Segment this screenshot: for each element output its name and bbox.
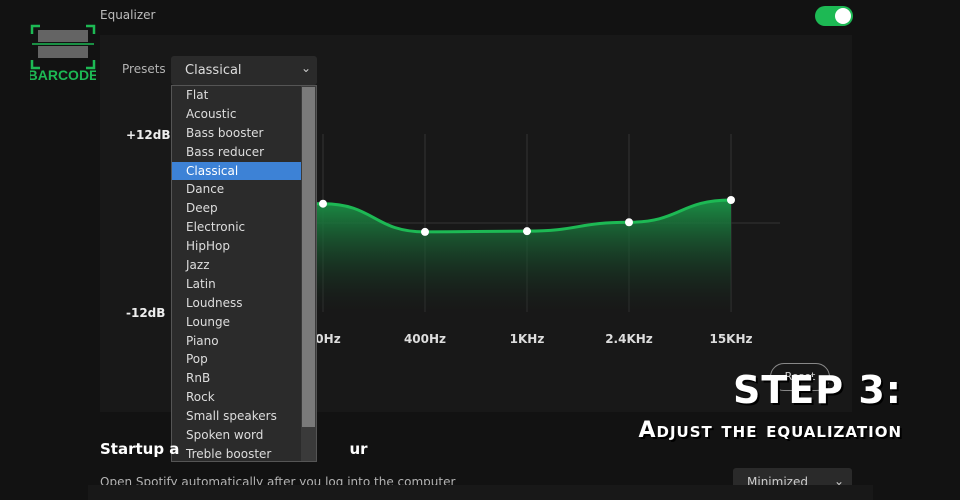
eq-band-handle[interactable] [319, 199, 327, 208]
startup-heading-end: ur [349, 440, 368, 458]
scrollbar-thumb[interactable] [302, 87, 315, 427]
x-label: 1KHz [509, 332, 545, 346]
preset-option[interactable]: Latin [172, 275, 302, 294]
eq-band-handle[interactable] [625, 218, 633, 227]
presets-label: Presets [122, 62, 166, 76]
presets-select[interactable]: Classical ⌄ [171, 56, 317, 85]
eq-band-handle[interactable] [421, 227, 429, 236]
scrollbar[interactable] [301, 86, 316, 461]
preset-option[interactable]: Rock [172, 388, 302, 407]
preset-option[interactable]: Small speakers [172, 407, 302, 426]
step-subtitle: Adjust the equalization [638, 418, 902, 443]
eq-band-handle[interactable] [523, 227, 531, 236]
preset-option[interactable]: Electronic [172, 218, 302, 237]
preset-option[interactable]: Piano [172, 332, 302, 351]
preset-option[interactable]: HipHop [172, 237, 302, 256]
x-label: 0Hz [315, 332, 341, 346]
chevron-down-icon: ⌄ [300, 61, 311, 75]
selected-preset: Classical [185, 63, 242, 78]
preset-option[interactable]: Jazz [172, 256, 302, 275]
preset-option[interactable]: Pop [172, 350, 302, 369]
startup-heading-start: Startup a [100, 440, 180, 458]
x-label: 400Hz [403, 332, 447, 346]
presets-dropdown: Flat Acoustic Bass booster Bass reducer Clas… [171, 85, 317, 462]
preset-option[interactable]: Classical [172, 161, 302, 181]
x-label: 2.4KHz [605, 332, 653, 346]
preset-option[interactable]: RnB [172, 369, 302, 388]
preset-option[interactable]: Bass booster [172, 124, 302, 143]
x-label: 15KHz [709, 332, 753, 346]
preset-option[interactable]: Bass reducer [172, 143, 302, 162]
preset-option[interactable]: Lounge [172, 313, 302, 332]
bottom-bar [88, 485, 873, 500]
preset-option[interactable]: Dance [172, 180, 302, 199]
preset-option[interactable]: Deep [172, 199, 302, 218]
preset-option[interactable]: Loudness [172, 294, 302, 313]
preset-option[interactable]: Flat [172, 86, 302, 105]
startup-heading: Startup a ur [100, 440, 368, 458]
step-title: STEP 3: [733, 368, 902, 412]
eq-band-handle[interactable] [727, 196, 735, 205]
preset-option[interactable]: Acoustic [172, 105, 302, 124]
